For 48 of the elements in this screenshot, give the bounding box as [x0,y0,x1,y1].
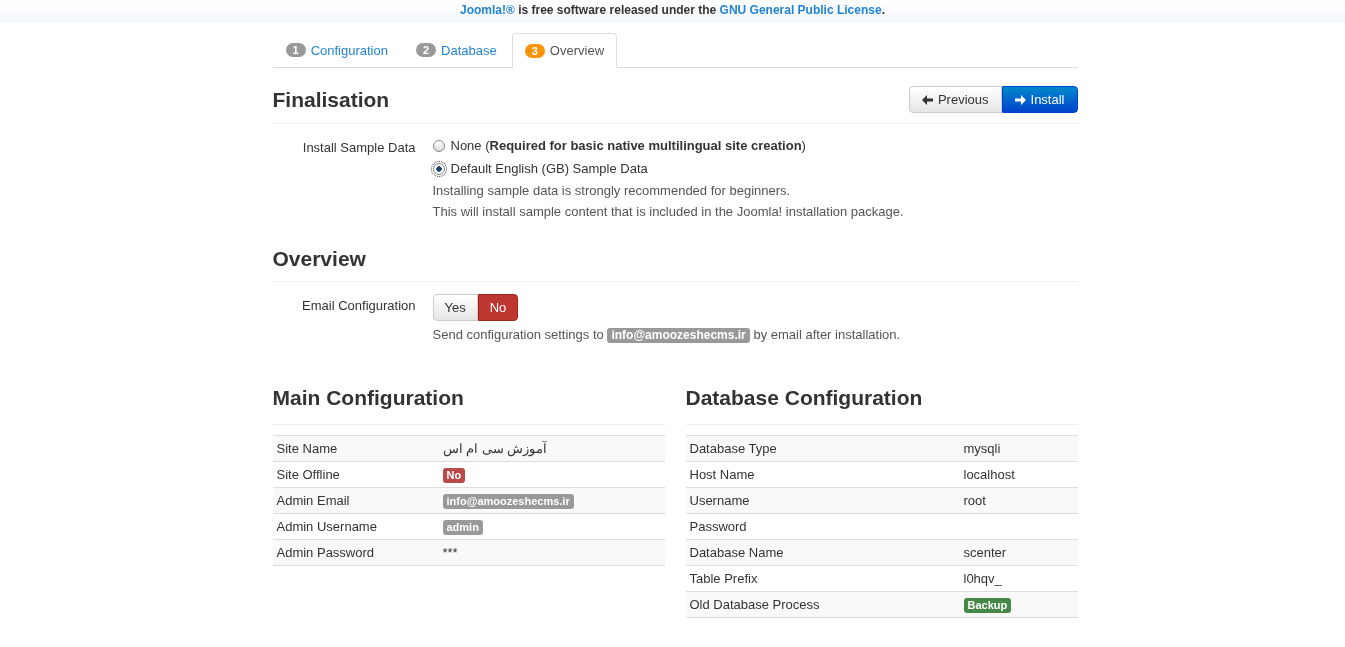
table-cell: scenter [963,545,1007,560]
help-text: Installing sample data is strongly recommended for beginners. [432,182,792,200]
table-cell: Old Database Process [689,597,820,612]
toggle-option[interactable]: Yes [432,294,478,321]
section-title: Database Configuration [685,372,1078,425]
field-label: Install Sample Data [301,139,417,157]
license-link[interactable]: GNU General Public License [719,3,882,17]
left-arrow-icon [921,94,933,105]
status-badge: Backup [963,597,1012,613]
table-cell: Database Name [689,545,784,560]
help-text: Send configuration settings to info@amoozeshecms.ir by email after installation. [432,326,901,344]
step-tab[interactable]: 2 Database [402,33,510,67]
status-badge: admin [442,519,483,535]
previous-button[interactable]: Previous [908,86,1002,113]
table-cell: Admin Username [276,519,377,534]
status-badge: info@amoozeshecms.ir [442,493,574,509]
section-title: Finalisation [272,87,390,112]
table-cell: localhost [963,467,1015,482]
section-title: Main Configuration [272,372,665,425]
table-cell: root [963,493,986,508]
table-cell: Password [689,519,747,534]
status-badge: No [442,467,466,483]
install-button[interactable]: Install [1001,86,1078,113]
table-cell: Admin Password [276,545,375,560]
table-cell: Table Prefix [689,571,758,586]
field-label: Email Configuration [301,297,417,315]
radio-label: Default English (GB) Sample Data [450,160,648,178]
table-cell: mysqli [963,441,1001,456]
table-cell: Database Type [689,441,777,456]
table-cell: l0hqv_ [963,571,1002,586]
joomla-link[interactable]: Joomla!® [460,3,515,17]
table-cell: Site Offline [276,467,340,482]
table-cell: Host Name [689,467,755,482]
table-cell: Username [689,493,750,508]
step-tab[interactable]: 3 Overview [511,33,618,68]
step-tab[interactable]: 1 Configuration [272,33,401,67]
section-title: Overview [272,247,366,271]
table-cell: *** [442,545,458,560]
table-cell: Site Name [276,441,338,456]
toggle-option[interactable]: No [477,294,519,321]
radio-button[interactable] [432,140,445,152]
table-cell: آموزش سی ام اس [442,441,548,456]
radio-label: None (Required for basic native multilingual site creation) [450,137,806,155]
radio-button[interactable] [432,163,445,175]
table-cell: Admin Email [276,493,350,508]
license-notice: Joomla!® is free software released under the GNU General Public License. [460,2,885,17]
right-arrow-icon [1014,94,1026,105]
help-text: This will install sample content that is included in the Joomla! installation package. [432,203,904,221]
